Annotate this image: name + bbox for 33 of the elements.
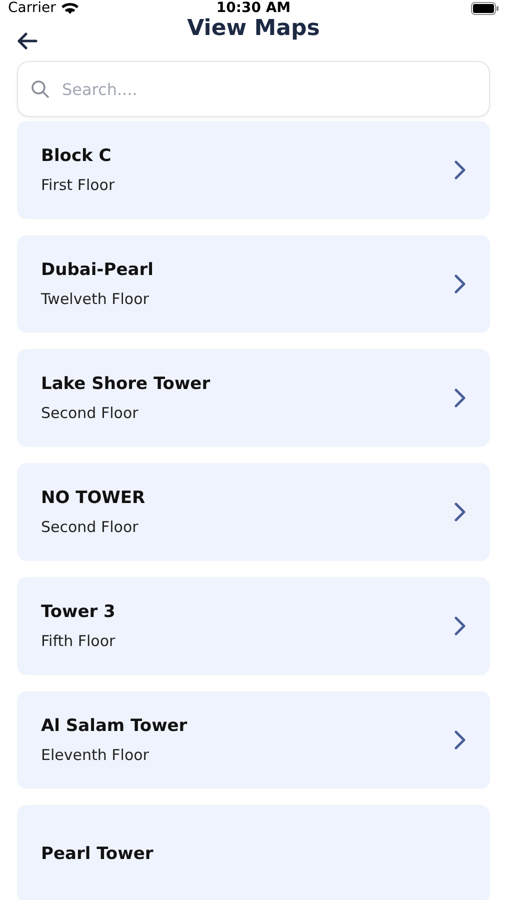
- search-field[interactable]: Search....: [17, 61, 490, 117]
- floor-label: Fifth Floor: [41, 632, 116, 650]
- map-name: Tower 3: [41, 602, 116, 622]
- map-card[interactable]: Al Salam Tower Eleventh Floor: [17, 691, 490, 789]
- chevron-right-icon: [454, 274, 466, 294]
- floor-label: Second Floor: [41, 518, 140, 536]
- map-name: Block C: [41, 146, 112, 166]
- map-name: Lake Shore Tower: [41, 374, 212, 394]
- chevron-right-icon: [454, 388, 466, 408]
- chevron-right-icon: [454, 160, 466, 180]
- floor-label: Second Floor: [41, 404, 140, 422]
- map-name: Dubai-Pearl: [41, 260, 154, 280]
- map-card[interactable]: Dubai-Pearl Twelveth Floor: [17, 235, 490, 333]
- map-card[interactable]: Block C First Floor: [17, 121, 490, 219]
- map-name: Al Salam Tower: [41, 716, 188, 736]
- map-name: NO TOWER: [41, 488, 146, 508]
- map-name: Pearl Tower: [41, 844, 154, 864]
- map-card[interactable]: Tower 3 Fifth Floor: [17, 577, 490, 675]
- floor-label: Eleventh Floor: [41, 746, 150, 764]
- page-title: View Maps: [187, 16, 320, 41]
- map-card[interactable]: Pearl Tower: [17, 805, 490, 900]
- chevron-right-icon: [454, 502, 466, 522]
- carrier-label: Carrier: [8, 0, 56, 16]
- status-time: 10:30 AM: [216, 0, 291, 16]
- battery-icon: [471, 2, 499, 14]
- wifi-icon: [60, 2, 79, 14]
- map-card[interactable]: Lake Shore Tower Second Floor: [17, 349, 490, 447]
- map-card[interactable]: NO TOWER Second Floor: [17, 463, 490, 561]
- chevron-right-icon: [454, 730, 466, 750]
- chevron-right-icon: [454, 616, 466, 636]
- floor-label: Twelveth Floor: [41, 290, 150, 308]
- search-icon: [31, 80, 49, 98]
- floor-label: First Floor: [41, 176, 116, 194]
